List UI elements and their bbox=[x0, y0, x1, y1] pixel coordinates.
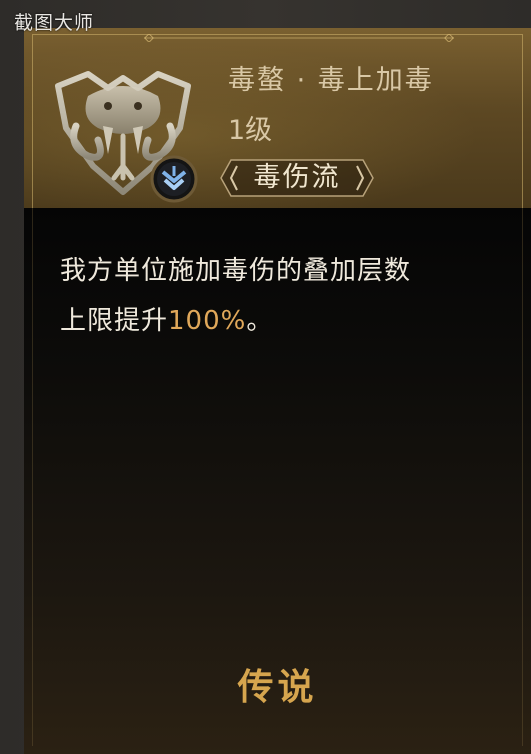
skill-card-header: 毒螯 · 毒上加毒 1级 毒伤流 bbox=[24, 28, 531, 212]
description-line-2-prefix: 上限提升 bbox=[60, 306, 169, 336]
build-tag-label: 毒伤流 bbox=[253, 162, 341, 193]
description-line-2: 上限提升100%。 bbox=[60, 296, 500, 346]
arrow-down-chevron-icon bbox=[150, 155, 198, 203]
rarity-label: 传说 bbox=[237, 667, 318, 708]
watermark-text: 截图大师 bbox=[14, 12, 95, 34]
description-value-highlight: 100% bbox=[168, 306, 247, 336]
skill-card-body: 我方单位施加毒伤的叠加层数 上限提升100%。 传说 bbox=[24, 208, 531, 754]
description-line-1: 我方单位施加毒伤的叠加层数 bbox=[60, 256, 412, 286]
description-line-2-suffix: 。 bbox=[246, 306, 274, 336]
skill-card: 毒螯 · 毒上加毒 1级 毒伤流 我方单位施加毒伤的叠加层数 上限提升100%。… bbox=[24, 28, 531, 754]
build-tag: 毒伤流 bbox=[217, 156, 377, 200]
game-screen: 截图大师 毒螯 · 毒上加毒 1级 毒伤流 我方单位施加毒伤的叠加层数 上限提升… bbox=[0, 0, 531, 754]
skill-level: 1级 bbox=[228, 115, 273, 146]
skill-name: 毒螯 · 毒上加毒 bbox=[228, 65, 434, 96]
skill-description: 我方单位施加毒伤的叠加层数 上限提升100%。 bbox=[60, 246, 500, 346]
header-ornament bbox=[144, 34, 454, 42]
